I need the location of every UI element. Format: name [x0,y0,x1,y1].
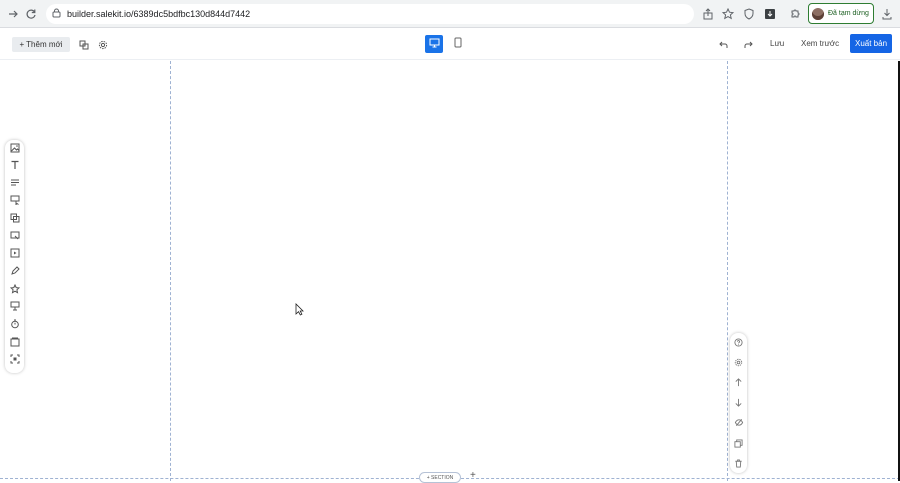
add-section-plus-icon[interactable]: + [470,470,476,481]
mobile-phone-icon [454,35,462,53]
reload-icon[interactable] [22,5,40,23]
bookmark-star-icon[interactable] [719,5,737,23]
move-up-icon[interactable] [731,375,746,389]
content-guide-right [727,61,728,481]
share-icon[interactable] [699,5,717,23]
timer-element-icon[interactable] [7,316,22,331]
layers-icon[interactable] [77,38,91,52]
shield-icon[interactable] [740,5,758,23]
group-element-icon[interactable] [7,210,22,225]
download-extension-icon[interactable] [761,5,779,23]
extensions-puzzle-icon[interactable] [786,5,804,23]
editor-toolbar: + Thêm mới Lưu Xem trước Xuất bản [0,28,900,60]
publish-button[interactable]: Xuất bản [850,34,892,53]
add-new-label: Thêm mới [26,40,63,49]
editor-canvas[interactable] [0,61,900,481]
mouse-cursor-icon [295,303,304,321]
profile-status-label: Đã tạm dừng [828,10,869,17]
popup-element-icon[interactable] [7,228,22,243]
move-down-icon[interactable] [731,395,746,409]
paragraph-element-icon[interactable] [7,175,22,190]
help-icon[interactable] [731,335,746,349]
add-section-button[interactable]: + SECTION [419,472,461,483]
settings-gear-icon[interactable] [96,38,110,52]
preview-button[interactable]: Xem trước [801,39,839,48]
shape-element-icon[interactable] [7,263,22,278]
duplicate-icon[interactable] [731,436,746,450]
browser-toolbar: builder.salekit.io/6389dc5bdfbc130d844d7… [0,0,900,28]
plus-icon: + [19,40,25,49]
content-guide-left [170,61,171,481]
redo-icon[interactable] [741,38,755,52]
downloads-icon[interactable] [878,5,896,23]
delete-trash-icon[interactable] [731,456,746,470]
avatar [812,7,824,20]
monitor-icon [429,35,440,53]
star-element-icon[interactable] [7,281,22,296]
desktop-view-button[interactable] [425,35,443,53]
address-bar[interactable]: builder.salekit.io/6389dc5bdfbc130d844d7… [46,4,694,24]
image-element-icon[interactable] [7,140,22,155]
url-text: builder.salekit.io/6389dc5bdfbc130d844d7… [67,9,251,19]
profile-button[interactable]: Đã tạm dừng [808,3,874,24]
section-settings-icon[interactable] [731,355,746,369]
form-element-icon[interactable] [7,192,22,207]
slider-element-icon[interactable] [7,298,22,313]
frame-element-icon[interactable] [7,351,22,366]
lock-icon [52,5,61,23]
gallery-element-icon[interactable] [7,334,22,349]
mobile-view-button[interactable] [449,35,467,53]
text-element-icon[interactable] [7,157,22,172]
undo-icon[interactable] [716,38,730,52]
save-button[interactable]: Lưu [770,39,784,48]
forward-icon[interactable] [4,5,22,23]
elements-panel [5,140,24,373]
add-new-button[interactable]: + Thêm mới [12,37,70,52]
section-tools-panel [730,333,747,473]
hide-eye-icon[interactable] [731,415,746,429]
video-element-icon[interactable] [7,245,22,260]
